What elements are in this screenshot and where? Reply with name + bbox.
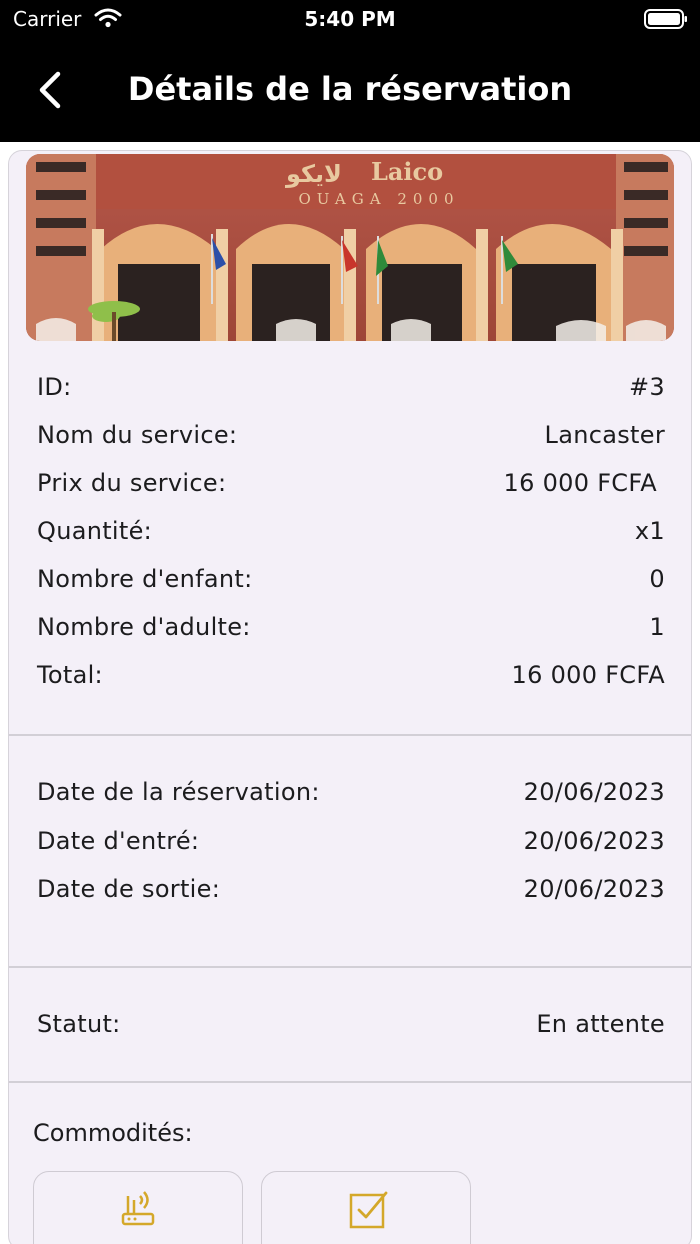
detail-value: x1: [634, 517, 665, 545]
navigation-bar: Détails de la réservation: [0, 40, 700, 142]
date-value: 20/06/2023: [523, 827, 665, 855]
detail-row-adults: Nombre d'adulte: 1: [37, 613, 665, 653]
detail-label: Nom du service:: [37, 421, 238, 449]
detail-row-total: Total: 16 000 FCFA: [37, 661, 665, 701]
divider: [9, 966, 691, 968]
sign-arabic-text: لايكو: [285, 160, 342, 188]
date-label: Date d'entré:: [37, 827, 200, 855]
status-row: Statut: En attente: [37, 1010, 665, 1050]
hotel-photo: Laico لايكو OUAGA 2000: [26, 154, 674, 341]
status-value: En attente: [536, 1010, 665, 1038]
detail-value: Lancaster: [544, 421, 665, 449]
date-value: 20/06/2023: [523, 778, 665, 806]
divider: [9, 734, 691, 736]
detail-label: Nombre d'enfant:: [37, 565, 253, 593]
detail-value: #3: [629, 373, 665, 401]
detail-label: Nombre d'adulte:: [37, 613, 251, 641]
detail-row-id: ID: #3: [37, 373, 665, 413]
checkbox-icon: [349, 1191, 388, 1229]
detail-row-quantity: Quantité: x1: [37, 517, 665, 557]
date-row-exit: Date de sortie: 20/06/2023: [37, 875, 665, 915]
detail-row-service-name: Nom du service: Lancaster: [37, 421, 665, 461]
reservation-card: Laico لايكو OUAGA 2000 ID: #3 Nom du ser…: [8, 150, 692, 1244]
status-label: Statut:: [37, 1010, 121, 1038]
date-row-reservation: Date de la réservation: 20/06/2023: [37, 778, 665, 818]
detail-value: 16 000 FCFA: [511, 661, 665, 689]
router-icon: [121, 1191, 155, 1226]
detail-value: 1: [649, 613, 665, 641]
detail-label: Prix du service:: [37, 469, 227, 497]
battery-icon: [644, 9, 687, 29]
divider: [9, 1081, 691, 1083]
amenities-title: Commodités:: [33, 1119, 193, 1147]
detail-value: 16 000 FCFA: [503, 469, 657, 497]
date-row-entry: Date d'entré: 20/06/2023: [37, 827, 665, 867]
sign-latin-text: Laico: [371, 157, 443, 186]
detail-row-children: Nombre d'enfant: 0: [37, 565, 665, 605]
detail-value: 0: [649, 565, 665, 593]
detail-label: Total:: [37, 661, 103, 689]
status-bar: Carrier 5:40 PM: [0, 0, 700, 40]
amenity-wifi-tile[interactable]: [33, 1171, 243, 1244]
clock: 5:40 PM: [304, 7, 396, 31]
detail-row-service-price: Prix du service: 16 000 FCFA: [37, 469, 665, 509]
detail-label: ID:: [37, 373, 72, 401]
date-value: 20/06/2023: [523, 875, 665, 903]
amenity-check-tile[interactable]: [261, 1171, 471, 1244]
date-label: Date de sortie:: [37, 875, 221, 903]
page-title: Détails de la réservation: [127, 70, 573, 108]
content-area: Laico لايكو OUAGA 2000 ID: #3 Nom du ser…: [0, 142, 700, 1244]
date-label: Date de la réservation:: [37, 778, 320, 806]
detail-label: Quantité:: [37, 517, 153, 545]
sign-sub-text: OUAGA 2000: [298, 190, 459, 208]
